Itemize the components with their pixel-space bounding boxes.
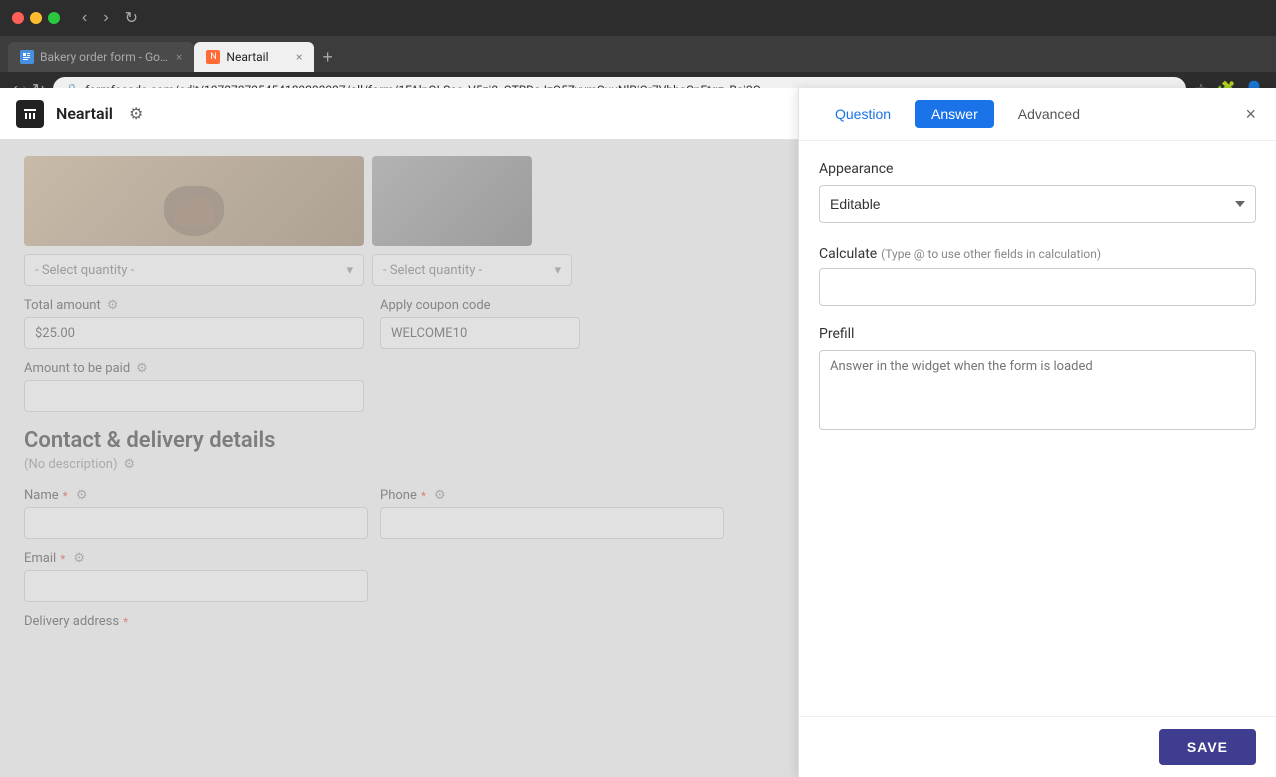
tab1-favicon (20, 50, 34, 64)
tab-answer-button[interactable]: Answer (915, 100, 994, 128)
panel-body: Appearance Editable Read-only Hidden Cal… (799, 141, 1276, 716)
traffic-lights[interactable] (12, 12, 60, 24)
tab1-label: Bakery order form - Google Fo... (40, 50, 170, 64)
settings-icon[interactable]: ⚙ (129, 104, 143, 123)
maximize-window-button[interactable] (48, 12, 60, 24)
tab2-close[interactable]: × (296, 50, 302, 64)
back-button[interactable]: ‹ (76, 6, 93, 30)
refresh-button[interactable]: ↻ (119, 6, 144, 30)
tab2-label: Neartail (226, 50, 268, 64)
panel-close-button[interactable]: × (1245, 104, 1256, 125)
panel-footer: SAVE (799, 716, 1276, 777)
prefill-textarea[interactable] (819, 350, 1256, 430)
calculate-sublabel: (Type @ to use other fields in calculati… (881, 247, 1101, 261)
calculate-label: Calculate (819, 246, 877, 262)
app-title: Neartail (56, 104, 113, 123)
right-panel: Question Answer Advanced × Appearance Ed… (798, 88, 1276, 777)
app-logo (16, 100, 44, 128)
save-button[interactable]: SAVE (1159, 729, 1256, 765)
browser-tab-1[interactable]: Bakery order form - Google Fo... × (8, 42, 194, 72)
browser-tab-2[interactable]: N Neartail × (194, 42, 314, 72)
tab-question-button[interactable]: Question (819, 100, 907, 128)
new-tab-button[interactable]: + (314, 47, 341, 68)
prefill-label: Prefill (819, 326, 1256, 342)
calculate-input[interactable] (819, 268, 1256, 306)
forward-button[interactable]: › (97, 6, 114, 30)
appearance-select[interactable]: Editable Read-only Hidden (819, 185, 1256, 223)
panel-header: Question Answer Advanced × (799, 88, 1276, 141)
tab-advanced-button[interactable]: Advanced (1002, 100, 1096, 128)
calculate-section: Calculate (Type @ to use other fields in… (819, 243, 1256, 306)
appearance-section: Appearance Editable Read-only Hidden (819, 161, 1256, 223)
minimize-window-button[interactable] (30, 12, 42, 24)
page-overlay (0, 88, 798, 777)
prefill-section: Prefill (819, 326, 1256, 434)
appearance-label: Appearance (819, 161, 1256, 177)
tab1-close[interactable]: × (176, 50, 182, 64)
tab2-favicon: N (206, 50, 220, 64)
close-window-button[interactable] (12, 12, 24, 24)
